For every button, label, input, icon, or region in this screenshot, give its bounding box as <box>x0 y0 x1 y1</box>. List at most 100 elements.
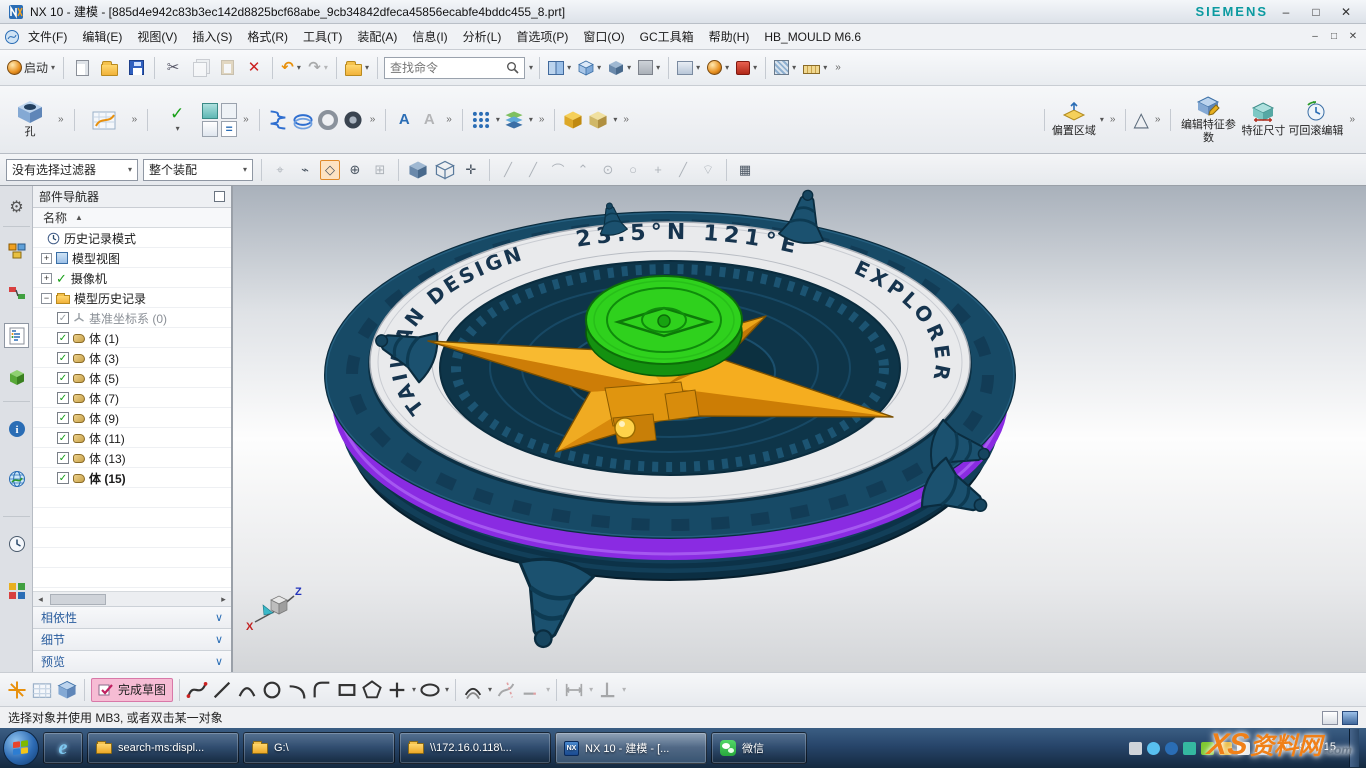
delete-button[interactable]: ✕ <box>242 55 266 81</box>
taskbar-window-wechat[interactable]: 微信 <box>711 732 807 764</box>
hole-button[interactable]: 孔 <box>8 100 52 139</box>
scroll-right-icon[interactable]: ▸ <box>216 594 231 605</box>
tree-item-body-15[interactable]: ✓ 体 (15) <box>33 468 231 488</box>
tray-update-icon[interactable] <box>1219 742 1232 755</box>
show-desktop-button[interactable] <box>1349 729 1359 767</box>
datum-plane-icon[interactable] <box>202 103 218 119</box>
snap-midpoint-icon[interactable]: ╱ <box>523 160 543 180</box>
tray-network-icon[interactable] <box>1255 742 1268 755</box>
tree-item-cameras[interactable]: + ✓ 摄像机 <box>33 268 231 288</box>
chevron-down-icon[interactable]: ▾ <box>445 685 449 694</box>
expand-icon[interactable]: + <box>41 273 52 284</box>
open-recent-button[interactable]: ▾ <box>343 55 371 81</box>
open-button[interactable] <box>97 55 121 81</box>
chevron-down-icon[interactable]: ▾ <box>529 63 533 72</box>
line-icon[interactable] <box>211 679 233 701</box>
process-studio-icon[interactable] <box>4 578 29 603</box>
table-icon[interactable] <box>202 121 218 137</box>
minimize-button[interactable]: – <box>1274 2 1298 22</box>
tree-item-model-views[interactable]: + 模型视图 <box>33 248 231 268</box>
coil-icon[interactable] <box>292 109 314 131</box>
point-icon[interactable] <box>386 679 408 701</box>
group-overflow-icon[interactable]: » <box>536 114 548 125</box>
menu-analysis[interactable]: 分析(L) <box>456 24 509 49</box>
start-menu-button[interactable]: 启动 ▾ <box>5 55 57 81</box>
tree-item-datum-csys[interactable]: ✓ 基准坐标系 (0) <box>33 308 231 328</box>
snap-slash-icon[interactable]: ╱ <box>673 160 693 180</box>
menu-file[interactable]: 文件(F) <box>21 24 74 49</box>
offset-curve-icon[interactable] <box>462 679 484 701</box>
group-overflow-icon[interactable]: » <box>129 114 141 125</box>
unite-icon[interactable] <box>562 109 584 131</box>
expression-icon[interactable]: = <box>221 121 237 137</box>
checkbox-checked-icon[interactable]: ✓ <box>57 472 69 484</box>
snap-magnet-icon[interactable]: ⌁ <box>295 160 315 180</box>
chevron-down-icon[interactable]: ▾ <box>546 685 550 694</box>
mdi-minimize-button[interactable]: – <box>1306 31 1324 42</box>
solid-cube-icon[interactable] <box>407 159 429 181</box>
chevron-down-icon[interactable]: ▾ <box>613 115 617 124</box>
pivot-sphere[interactable] <box>615 418 635 438</box>
grid-icon[interactable]: ▦ <box>735 160 755 180</box>
triangle-icon[interactable]: △ <box>1133 110 1148 130</box>
offset-region-button[interactable]: 偏置区域 <box>1052 101 1096 138</box>
snap-wcs-icon[interactable]: ✛ <box>461 160 481 180</box>
snap-settings-icon[interactable]: ⊕ <box>345 160 365 180</box>
chevron-down-icon[interactable]: ▾ <box>488 685 492 694</box>
constraint-navigator-icon[interactable] <box>4 280 29 305</box>
edit-object-display-button[interactable]: ▾ <box>734 55 759 81</box>
tree-item-body-13[interactable]: ✓ 体 (13) <box>33 448 231 468</box>
highlight-related-icon[interactable]: ⌖ <box>270 160 290 180</box>
snap-endpoint-icon[interactable]: ╱ <box>498 160 518 180</box>
menu-tools[interactable]: 工具(T) <box>296 24 349 49</box>
section-view-button[interactable]: ▾ <box>772 55 798 81</box>
selection-scope-combo[interactable]: 整个装配 ▾ <box>143 159 253 181</box>
arc-icon[interactable] <box>236 679 258 701</box>
tray-chat-icon[interactable] <box>1183 742 1196 755</box>
scroll-left-icon[interactable]: ◂ <box>33 594 48 605</box>
studio-spline-icon[interactable] <box>186 679 208 701</box>
tree-item-body-5[interactable]: ✓ 体 (5) <box>33 368 231 388</box>
snap-plus-icon[interactable]: + <box>648 160 668 180</box>
checkbox-checked-icon[interactable]: ✓ <box>57 452 69 464</box>
menu-window[interactable]: 窗口(O) <box>576 24 631 49</box>
tire-icon[interactable] <box>342 109 364 131</box>
scrollbar-thumb[interactable] <box>50 594 106 605</box>
tree-item-model-history[interactable]: − 模型历史记录 <box>33 288 231 308</box>
feature-dimensions-button[interactable]: 特征尺寸 <box>1241 101 1285 138</box>
snap-existing-point-icon[interactable]: ○ <box>623 160 643 180</box>
orientation-triad[interactable]: X Z <box>246 586 302 633</box>
tray-volume-icon[interactable] <box>1237 742 1250 755</box>
render-style-button[interactable]: ▾ <box>636 55 662 81</box>
subtract-icon[interactable] <box>587 109 609 131</box>
reuse-library-icon[interactable] <box>4 365 29 390</box>
section-dependencies[interactable]: 相依性 ∨ <box>33 606 231 628</box>
language-bar-icon[interactable] <box>1342 711 1358 725</box>
paste-button[interactable] <box>215 55 239 81</box>
menu-assemblies[interactable]: 装配(A) <box>350 24 404 49</box>
tree-item-body-11[interactable]: ✓ 体 (11) <box>33 428 231 448</box>
save-button[interactable] <box>124 55 148 81</box>
section-details[interactable]: 细节 ∨ <box>33 628 231 650</box>
chevron-down-icon[interactable]: ▾ <box>496 115 500 124</box>
ring-icon[interactable] <box>317 109 339 131</box>
fillet-icon[interactable] <box>311 679 333 701</box>
command-search-input[interactable] <box>390 61 502 75</box>
menu-view[interactable]: 视图(V) <box>130 24 184 49</box>
close-button[interactable]: ✕ <box>1334 2 1358 22</box>
measure-button[interactable]: ▾ <box>801 55 829 81</box>
mdi-close-button[interactable]: ✕ <box>1344 31 1362 42</box>
checkbox-checked-icon[interactable]: ✓ <box>57 352 69 364</box>
tray-app-icon[interactable] <box>1165 742 1178 755</box>
layers-icon[interactable] <box>503 109 525 131</box>
sketch-button[interactable] <box>82 108 126 132</box>
snap-face-icon[interactable]: ⌔ <box>698 160 718 180</box>
tree-item-body-3[interactable]: ✓ 体 (3) <box>33 348 231 368</box>
group-overflow-icon[interactable]: » <box>443 114 455 125</box>
trim-icon[interactable] <box>495 679 517 701</box>
checkbox-checked-icon[interactable]: ✓ <box>57 392 69 404</box>
checkbox-checked-icon[interactable]: ✓ <box>57 312 69 324</box>
menu-gc-toolbox[interactable]: GC工具箱 <box>633 24 701 49</box>
circle-icon[interactable] <box>261 679 283 701</box>
group-overflow-icon[interactable]: » <box>1346 114 1358 125</box>
